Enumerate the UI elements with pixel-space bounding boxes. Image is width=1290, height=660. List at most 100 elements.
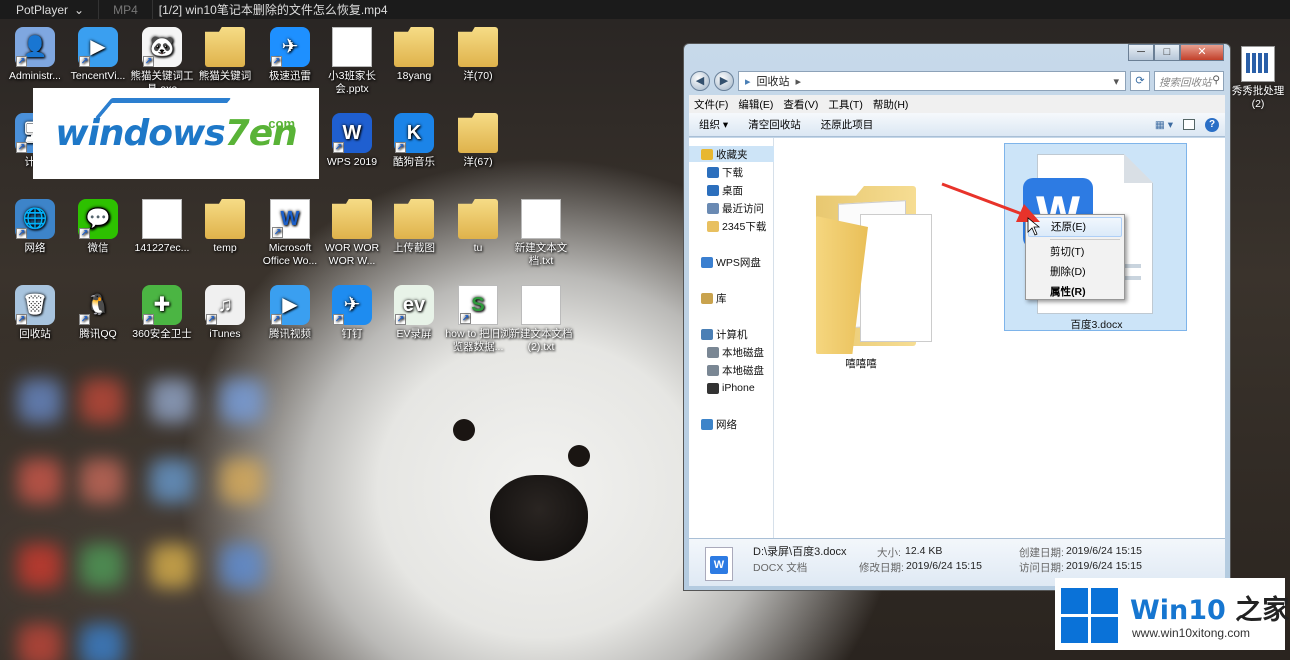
nav-item[interactable]: 收藏夹	[689, 146, 774, 162]
desktop-icon[interactable]: W ↗ Microsoft Office Wo...	[255, 199, 325, 268]
menu-help[interactable]: 帮助(H)	[868, 97, 914, 112]
nav-item[interactable]: 下载	[689, 164, 774, 180]
context-cut[interactable]: 剪切(T)	[1028, 242, 1122, 262]
desktop-icon[interactable]: ✈ ↗ 钉钉	[317, 285, 387, 341]
desktop-icon-label: 腾讯视频	[269, 328, 311, 340]
menu-file[interactable]: 文件(F)	[689, 97, 733, 112]
folder-icon	[205, 199, 245, 239]
desktop-icon[interactable]: ▶ ↗ TencentVi...	[63, 27, 133, 83]
folder-icon	[332, 199, 372, 239]
nav-item[interactable]: 网络	[689, 416, 774, 432]
shortcut-arrow-icon: ↗	[79, 314, 90, 325]
desktop-icon[interactable]: 洋(70)	[443, 27, 513, 83]
folder-icon	[707, 220, 719, 232]
empty-recycle-bin-button[interactable]: 清空回收站	[738, 117, 811, 132]
folder-icon	[205, 27, 245, 67]
folder-item[interactable]: 嘻嘻嘻	[786, 178, 936, 374]
windows-flag-icon	[1061, 588, 1119, 644]
360-icon: ✚ ↗	[142, 285, 182, 325]
nav-item-label: 库	[716, 292, 727, 305]
desktop-icon[interactable]: 18yang	[379, 27, 449, 83]
forward-button[interactable]: ▶	[714, 71, 734, 91]
nav-item[interactable]: 本地磁盘	[689, 344, 774, 360]
desktop-icon[interactable]: 🗑 ↗ 回收站	[0, 285, 70, 341]
desktop-icon[interactable]: ✚ ↗ 360安全卫士	[127, 285, 197, 341]
nav-item[interactable]: 桌面	[689, 182, 774, 198]
context-properties[interactable]: 属性(R)	[1028, 282, 1122, 302]
desktop-icon[interactable]: ▶ ↗ 腾讯视频	[255, 285, 325, 341]
desktop-icon[interactable]: 新建文本文档(2).txt	[506, 285, 576, 354]
nav-item[interactable]: WPS网盘	[689, 254, 774, 270]
search-input[interactable]: 搜索回收站 ⚲	[1154, 71, 1224, 91]
address-bar[interactable]: ▸ 回收站 ▸ ▾	[738, 71, 1126, 91]
desktop-icon[interactable]: 💬 ↗ 微信	[63, 199, 133, 255]
created-value: 2019/6/24 15:15	[1066, 545, 1142, 557]
desktop-icon[interactable]: ✈ ↗ 极速迅雷	[255, 27, 325, 83]
preview-pane-icon[interactable]	[1183, 119, 1195, 130]
desktop-icon[interactable]: temp	[190, 199, 260, 255]
restore-item-button[interactable]: 还原此项目	[811, 117, 884, 132]
desktop-icon[interactable]: ev ↗ EV录屏	[379, 285, 449, 341]
desktop-icon[interactable]: W ↗ WPS 2019	[317, 113, 387, 169]
nav-item[interactable]: iPhone	[689, 380, 774, 396]
recycle-bin-window[interactable]: ─ □ ✕ ◀ ▶ ▸ 回收站 ▸ ▾ ⟳ 搜索回收站 ⚲ 文件(F) 编辑(E…	[683, 43, 1231, 591]
desktop-icon[interactable]: ♫ ↗ iTunes	[190, 285, 260, 341]
nav-item[interactable]: 库	[689, 290, 774, 306]
desktop-icon[interactable]: 洋(67)	[443, 113, 513, 169]
desktop-icon[interactable]: 🌐 ↗ 网络	[0, 199, 70, 255]
close-button[interactable]: ✕	[1180, 44, 1224, 61]
refresh-button[interactable]: ⟳	[1130, 71, 1150, 91]
menu-tools[interactable]: 工具(T)	[823, 97, 867, 112]
desktop-icon-right-edge[interactable]: 秀秀批处理 (2)	[1226, 46, 1290, 111]
organize-button[interactable]: 组织 ▾	[689, 117, 738, 132]
word-icon: W ↗	[270, 199, 310, 239]
desktop-icon[interactable]: 新建文本文档.txt	[506, 199, 576, 268]
app-name: PotPlayer	[16, 2, 69, 17]
nav-item[interactable]: 计算机	[689, 326, 774, 342]
desktop-icon-label: how to 把旧浏览器数据...	[445, 328, 511, 353]
desktop-icon[interactable]: 小3班家长会.pptx	[317, 27, 387, 96]
txt-icon	[521, 285, 561, 325]
star-icon	[701, 148, 713, 160]
ev-icon: ev ↗	[394, 285, 434, 325]
nav-item-label: 计算机	[716, 328, 748, 341]
maximize-button[interactable]: □	[1154, 44, 1180, 61]
logo-roof-shape	[94, 98, 232, 118]
context-delete[interactable]: 删除(D)	[1028, 262, 1122, 282]
chevron-right-icon: ▸	[795, 75, 802, 88]
nav-item[interactable]: 本地磁盘	[689, 362, 774, 378]
nav-item-label: 下载	[722, 166, 743, 179]
help-icon[interactable]: ?	[1205, 117, 1219, 132]
desktop-icon[interactable]: 熊猫关键词	[190, 27, 260, 83]
player-menu-button[interactable]: PotPlayer ⌄	[0, 3, 92, 17]
admin-icon: 👤 ↗	[15, 27, 55, 67]
menu-view[interactable]: 查看(V)	[778, 97, 823, 112]
desktop-icon[interactable]: 上传截图	[379, 199, 449, 255]
back-button[interactable]: ◀	[690, 71, 710, 91]
desktop-icon[interactable]: WOR WOR WOR W...	[317, 199, 387, 268]
desktop-icon[interactable]: S ↗ how to 把旧浏览器数据...	[443, 285, 513, 354]
desktop-icon[interactable]: 🐧 ↗ 腾讯QQ	[63, 285, 133, 341]
desktop-icon-label: 酷狗音乐	[393, 156, 435, 168]
desktop-icon[interactable]: 👤 ↗ Administr...	[0, 27, 70, 83]
desktop-icon[interactable]: 🐼↗熊猫关键词工具.exe	[127, 27, 197, 96]
desktop-icon-label: 洋(70)	[463, 70, 493, 82]
menu-edit[interactable]: 编辑(E)	[733, 97, 778, 112]
minimize-button[interactable]: ─	[1128, 44, 1154, 61]
desktop-icon[interactable]: 141227ec...	[127, 199, 197, 255]
desktop-icon[interactable]: K ↗ 酷狗音乐	[379, 113, 449, 169]
nav-item-label: 网络	[716, 418, 737, 431]
desktop-icon[interactable]: tu	[443, 199, 513, 255]
view-options-icon[interactable]: ▦ ▾	[1155, 119, 1173, 131]
nav-item[interactable]: 2345下载	[689, 218, 774, 234]
divider	[151, 0, 153, 19]
nav-item[interactable]: 最近访问	[689, 200, 774, 216]
itunes-icon: ♫ ↗	[205, 285, 245, 325]
player-title-bar: PotPlayer ⌄ MP4 [1/2] win10笔记本删除的文件怎么恢复.…	[0, 0, 1290, 19]
chevron-down-icon[interactable]: ▾	[1113, 75, 1119, 88]
recycle-bin-small-icon: ▸	[745, 75, 751, 88]
shortcut-arrow-icon: ↗	[16, 142, 27, 153]
dog-eye	[568, 445, 590, 467]
pptx-icon	[332, 27, 372, 67]
context-restore[interactable]: 还原(E)	[1028, 217, 1122, 237]
